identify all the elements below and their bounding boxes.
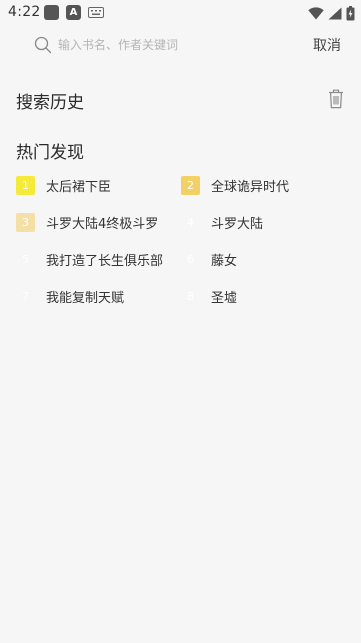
hot-item-title: 我能复制天赋 bbox=[46, 290, 125, 306]
search-input[interactable] bbox=[58, 34, 288, 56]
search-box[interactable] bbox=[22, 28, 296, 62]
rank-badge: 3 bbox=[16, 212, 35, 232]
hot-item-3[interactable]: 3 斗罗大陆4终极斗罗 bbox=[16, 211, 158, 233]
hot-item-title: 太后裙下臣 bbox=[46, 179, 112, 195]
font-app-notification-icon: A bbox=[66, 5, 81, 20]
cancel-button[interactable]: 取消 bbox=[313, 35, 341, 55]
rank-badge: 8 bbox=[181, 286, 200, 306]
cellular-signal-icon bbox=[328, 7, 342, 19]
status-time: 4:22 bbox=[8, 4, 41, 20]
status-bar: 4:22 A bbox=[0, 0, 361, 26]
delete-history-icon[interactable] bbox=[328, 89, 344, 109]
keyboard-icon bbox=[88, 7, 104, 18]
status-indicators bbox=[308, 5, 355, 21]
hot-item-title: 全球诡异时代 bbox=[211, 179, 290, 195]
hot-item-title: 斗罗大陆4终极斗罗 bbox=[46, 216, 159, 232]
hot-item-title: 斗罗大陆 bbox=[211, 216, 264, 232]
rank-badge: 6 bbox=[181, 249, 200, 269]
hot-item-title: 藤女 bbox=[211, 253, 238, 269]
search-screen: 4:22 A 输入书名、作者关键词 取消 搜索历史 热门发现 1 太后裙下臣 2… bbox=[0, 0, 361, 643]
hot-title: 热门发现 bbox=[16, 143, 84, 163]
hot-item-1[interactable]: 1 太后裙下臣 bbox=[16, 174, 111, 196]
hot-item-7[interactable]: 7 我能复制天赋 bbox=[16, 285, 124, 307]
rank-badge: 2 bbox=[181, 175, 200, 195]
hot-item-title: 圣墟 bbox=[211, 290, 238, 306]
hot-item-6[interactable]: 6 藤女 bbox=[181, 248, 237, 270]
search-header: 取消 bbox=[0, 28, 361, 64]
battery-charging-icon bbox=[346, 5, 355, 20]
hot-item-4[interactable]: 4 斗罗大陆 bbox=[181, 211, 263, 233]
history-title: 搜索历史 bbox=[16, 93, 84, 113]
rank-badge: 7 bbox=[16, 286, 35, 306]
rank-badge: 4 bbox=[181, 212, 200, 232]
rank-badge: 1 bbox=[16, 175, 35, 195]
hot-item-8[interactable]: 8 圣墟 bbox=[181, 285, 237, 307]
hot-item-2[interactable]: 2 全球诡异时代 bbox=[181, 174, 289, 196]
wifi-icon bbox=[308, 6, 324, 19]
hot-item-title: 我打造了长生俱乐部 bbox=[46, 253, 164, 269]
hot-item-5[interactable]: 5 我打造了长生俱乐部 bbox=[16, 248, 163, 270]
rank-badge: 5 bbox=[16, 249, 35, 269]
search-icon bbox=[34, 36, 52, 54]
app-notification-icon bbox=[44, 5, 59, 20]
